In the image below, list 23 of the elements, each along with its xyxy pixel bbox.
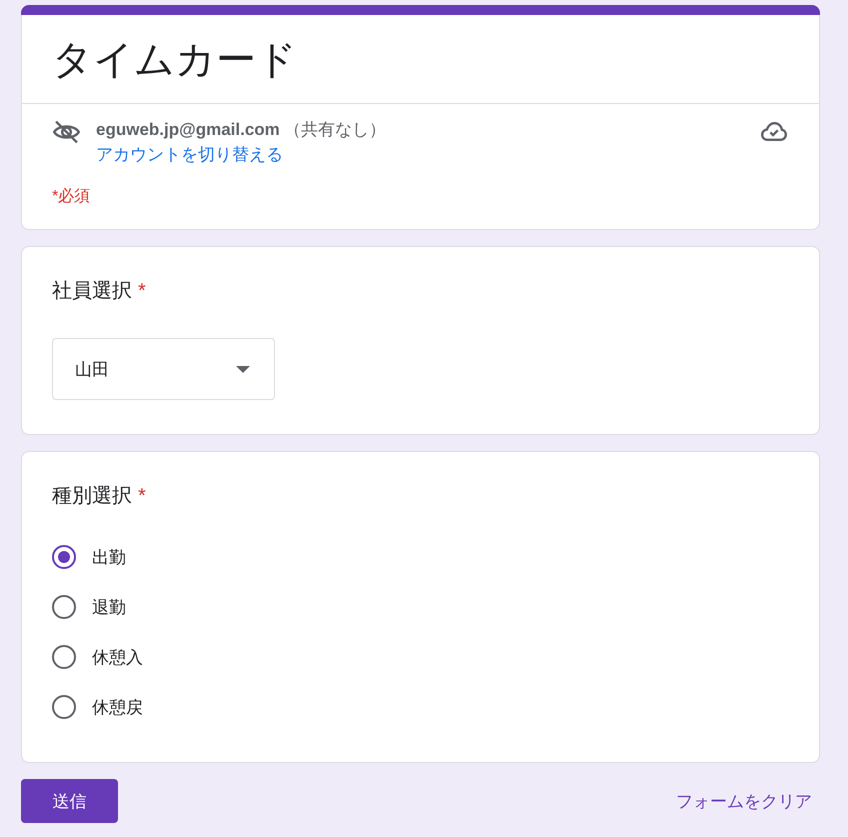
form-title: タイムカード xyxy=(52,37,298,84)
option-label: 出勤 xyxy=(92,546,126,568)
question-title: 社員選択 xyxy=(52,280,132,302)
option-label: 退勤 xyxy=(92,596,126,618)
switch-account-link[interactable]: アカウントを切り替える xyxy=(96,143,283,167)
radio-button[interactable] xyxy=(52,545,76,569)
option-label: 休憩入 xyxy=(92,646,143,668)
clear-form-button[interactable]: フォームをクリア xyxy=(668,786,820,816)
submit-button[interactable]: 送信 xyxy=(21,779,118,823)
cloud-check-icon xyxy=(761,122,787,141)
radio-button[interactable] xyxy=(52,595,76,619)
required-note: *必須 xyxy=(52,186,90,207)
question-title: 種別選択 xyxy=(52,485,132,507)
dropdown-field[interactable]: 山田 xyxy=(52,338,275,400)
caret-icon xyxy=(236,366,250,372)
account-email: eguweb.jp@gmail.com xyxy=(96,120,280,139)
radio-button[interactable] xyxy=(52,695,76,719)
radio-button[interactable] xyxy=(52,645,76,669)
sharing-status: （共有なし） xyxy=(284,120,386,139)
required-asterisk: * xyxy=(138,280,146,302)
option-label: 休憩戻 xyxy=(92,696,143,718)
required-asterisk: * xyxy=(138,485,146,507)
eye-slash-icon xyxy=(53,120,80,144)
